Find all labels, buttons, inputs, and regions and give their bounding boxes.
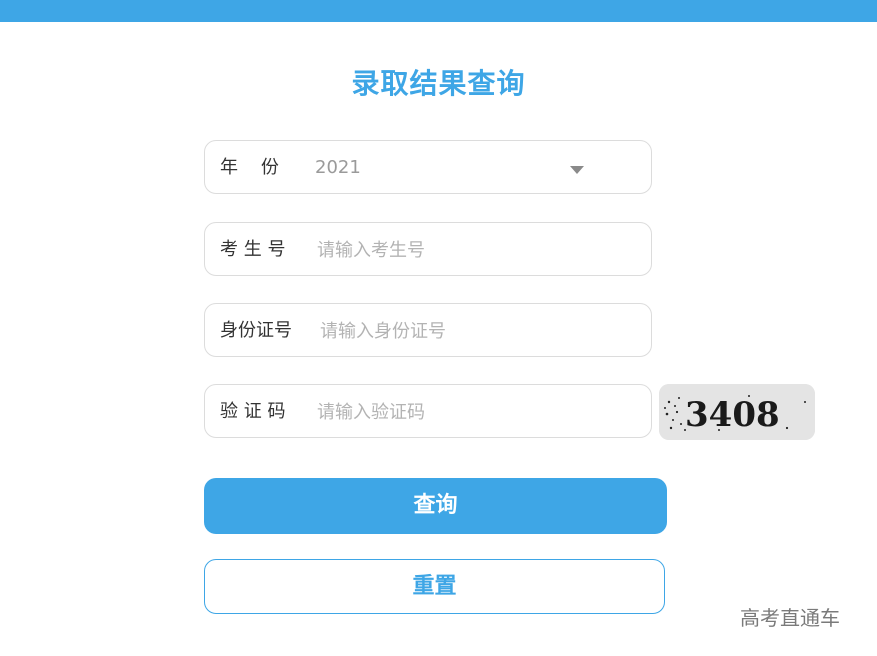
year-select[interactable]: 年 份 2021	[204, 140, 652, 194]
page-title: 录取结果查询	[351, 67, 526, 100]
id-number-field: 身份证号	[204, 303, 652, 357]
query-button[interactable]: 查询	[204, 478, 667, 534]
year-label: 年 份	[220, 157, 279, 178]
captcha-text: 3408	[685, 395, 780, 435]
id-number-input[interactable]	[320, 314, 638, 348]
captcha-label: 验 证 码	[220, 401, 286, 422]
captcha-graphic: 3408	[659, 384, 815, 440]
captcha-input[interactable]	[317, 395, 637, 429]
chevron-down-icon[interactable]	[570, 166, 584, 174]
year-value: 2021	[315, 157, 361, 178]
watermark-text: 高考直通车	[740, 606, 840, 630]
captcha-image[interactable]: 3408	[659, 384, 815, 440]
exam-number-field: 考 生 号	[204, 222, 652, 276]
captcha-field: 验 证 码	[204, 384, 652, 438]
exam-number-label: 考 生 号	[220, 239, 286, 260]
id-number-label: 身份证号	[220, 320, 292, 341]
reset-button[interactable]: 重置	[204, 559, 665, 614]
exam-number-input[interactable]	[317, 233, 637, 267]
top-accent-bar	[0, 0, 877, 22]
